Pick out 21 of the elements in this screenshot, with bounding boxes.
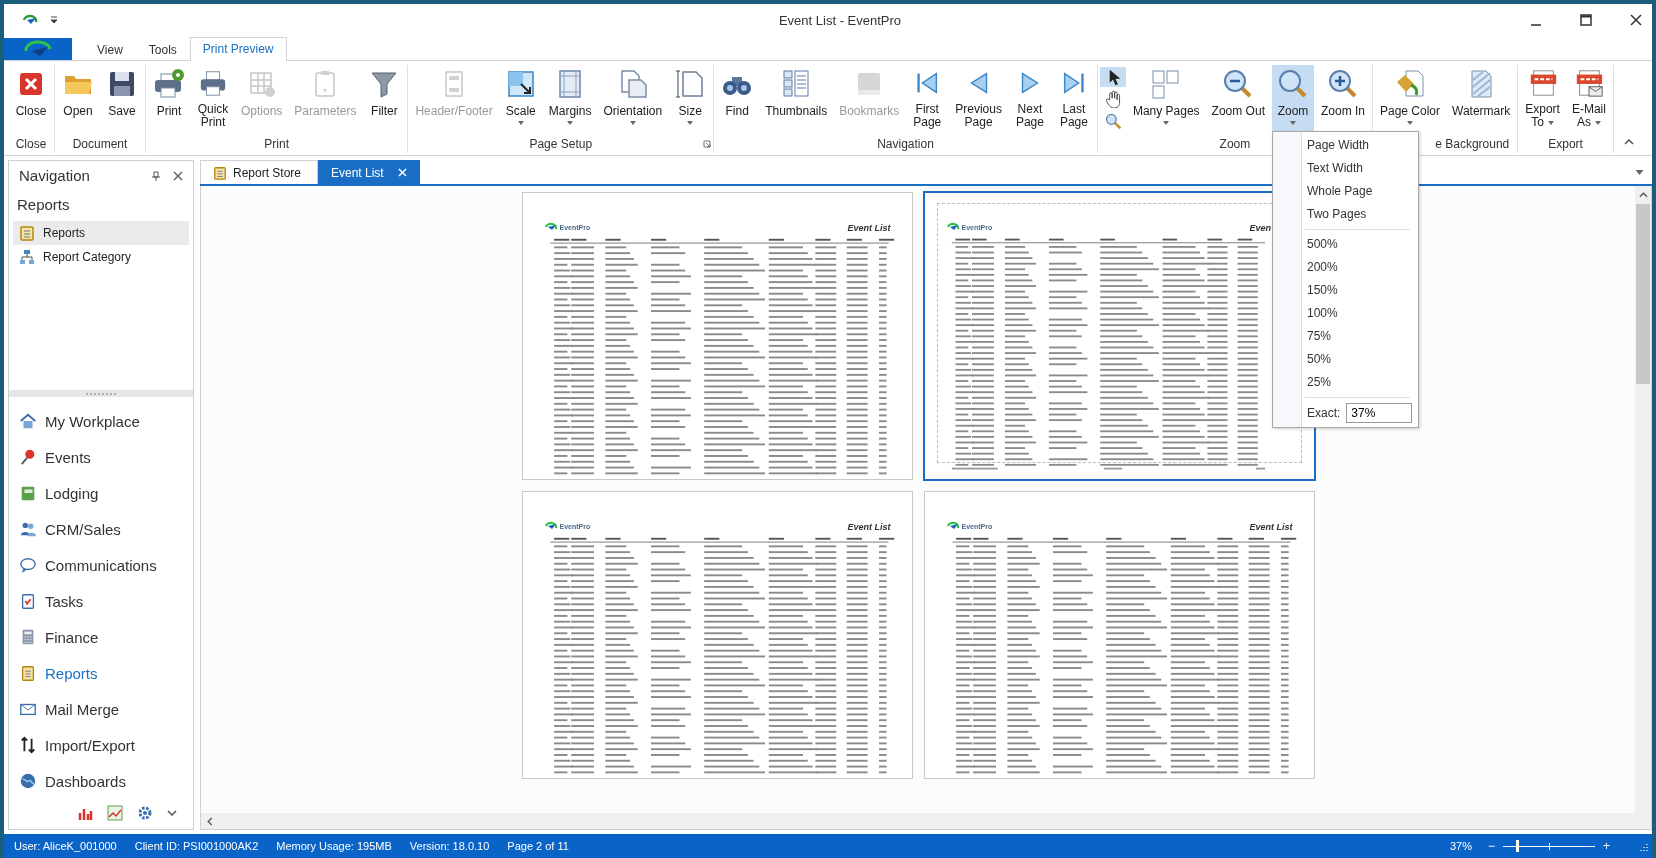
status-text: Memory Usage: 195MB <box>276 840 393 852</box>
status-text: Page 2 of 11 <box>507 840 570 852</box>
group-label: e Background <box>1435 137 1510 151</box>
zoom-level: 37% <box>1449 840 1472 852</box>
group-label: Document <box>72 137 128 151</box>
group-label: Page Setup <box>529 137 593 151</box>
panel-title: Navigation <box>19 167 91 184</box>
report-title: Event List <box>847 223 892 233</box>
report-title: Even <box>1249 223 1272 233</box>
status-text: Client ID: PSI001000AK2 <box>134 840 260 852</box>
group-label: Export <box>1548 137 1583 151</box>
group-label: Navigation <box>877 137 934 151</box>
window-title: Event List - EventPro <box>777 12 903 28</box>
report-title: Event List <box>1249 522 1294 532</box>
group-label: Close <box>15 137 47 151</box>
status-text: Version: 18.0.10 <box>409 840 491 852</box>
group-label: Zoom <box>1219 137 1251 151</box>
section-title: Reports <box>16 195 71 215</box>
status-text: User: AliceK_001000 <box>14 840 118 852</box>
group-label: Print <box>264 137 290 151</box>
report-title: Event List <box>847 522 892 532</box>
